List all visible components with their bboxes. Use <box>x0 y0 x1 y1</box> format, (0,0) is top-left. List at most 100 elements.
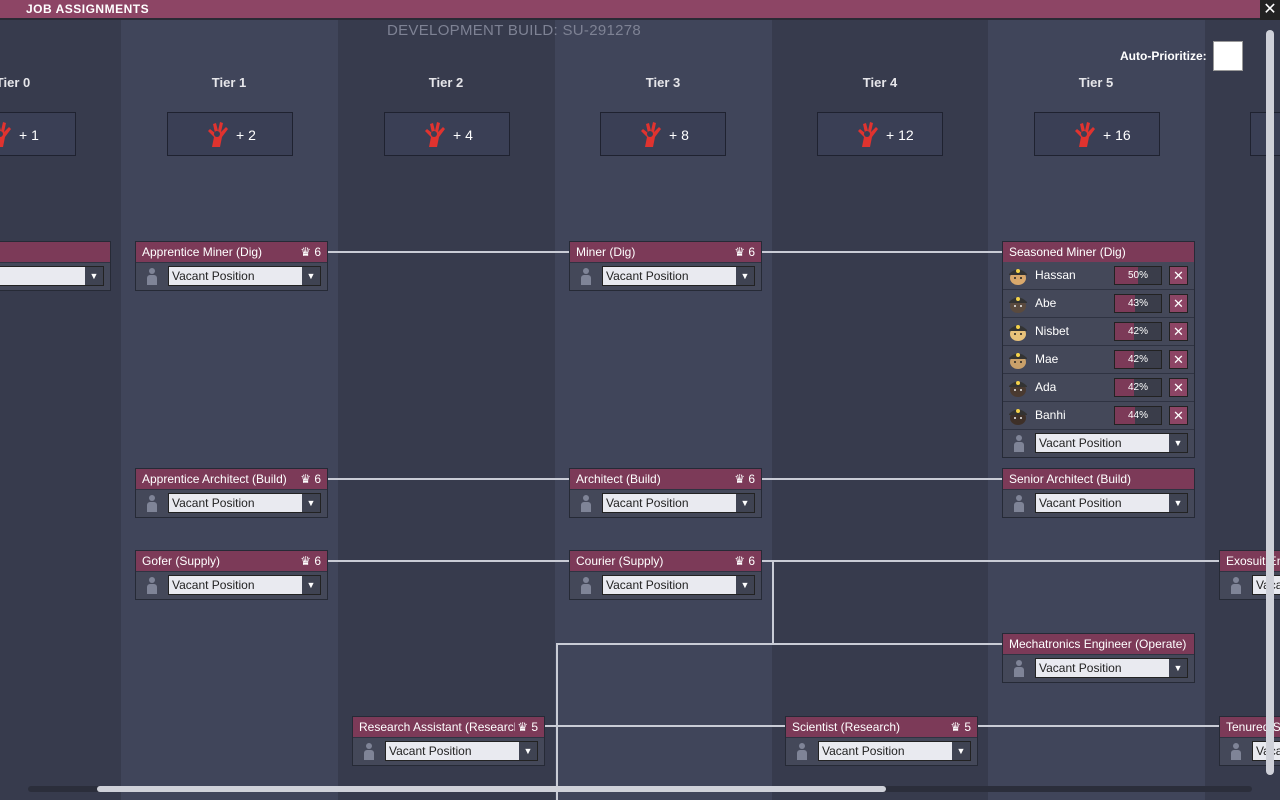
job-card-header: Mechatronics Engineer (Operate) <box>1003 634 1194 654</box>
hand-icon <box>425 122 445 147</box>
chevron-down-icon: ▼ <box>952 742 970 760</box>
job-title: Scientist (Research) <box>792 720 901 734</box>
worker-dropdown[interactable]: ▼ <box>0 266 104 286</box>
worker-dropdown[interactable]: Vacant Position ▼ <box>602 575 755 595</box>
remove-worker-button[interactable]: ✕ <box>1169 322 1188 341</box>
crown-icon: ♛ <box>734 245 745 259</box>
tier-label-3: Tier 3 <box>645 75 681 90</box>
connector-line <box>761 478 1003 480</box>
connector-line <box>761 560 1220 562</box>
job-card-header: Courier (Supply) ♛ 6 <box>570 551 761 571</box>
worker-dropdown[interactable]: Vacant Position ▼ <box>602 493 755 513</box>
vacant-slot: Vacant Position ▼ <box>1003 654 1194 682</box>
worker-row: Mae 42% ✕ <box>1003 345 1194 373</box>
auto-prioritize-checkbox[interactable] <box>1213 41 1243 71</box>
worker-row: Hassan 50% ✕ <box>1003 262 1194 289</box>
vacant-slot: Vacant Position ▼ <box>786 737 977 765</box>
hand-icon <box>641 122 661 147</box>
job-card-header: Seasoned Miner (Dig) <box>1003 242 1194 262</box>
job-tree-canvas[interactable]: DEVELOPMENT BUILD: SU-291278 Tier 0 Tier… <box>0 20 1280 800</box>
person-icon <box>144 268 160 286</box>
job-title: Apprentice Miner (Dig) <box>142 245 263 259</box>
chevron-down-icon: ▼ <box>736 267 754 285</box>
chevron-down-icon: ▼ <box>302 267 320 285</box>
crown-icon: ♛ <box>734 554 745 568</box>
worker-name: Mae <box>1035 352 1059 366</box>
job-count: ♛ 6 <box>300 472 321 486</box>
person-icon <box>1011 435 1027 453</box>
person-icon <box>578 268 594 286</box>
dupe-avatar-icon <box>1009 353 1027 369</box>
worker-dropdown[interactable]: Vacant Position ▼ <box>818 741 971 761</box>
job-count: ♛ 6 <box>734 554 755 568</box>
dropdown-value: Vacant Position <box>389 744 472 758</box>
vacant-slot: Vacant Position ▼ <box>353 737 544 765</box>
worker-dropdown[interactable]: Vacant Position ▼ <box>168 575 321 595</box>
tier-reward-6 <box>1250 112 1280 156</box>
hand-icon <box>858 122 878 147</box>
tier-reward-text-2: + 4 <box>453 127 473 143</box>
hand-icon <box>1075 122 1095 147</box>
job-title: Mechatronics Engineer (Operate) <box>1009 637 1187 651</box>
close-button[interactable]: ✕ <box>1260 0 1280 20</box>
vertical-scrollbar[interactable] <box>1266 30 1274 775</box>
worker-morale-bar: 44% <box>1114 406 1162 425</box>
job-card-scientist: Scientist (Research) ♛ 5 Vacant Position… <box>785 716 978 766</box>
job-title: Seasoned Miner (Dig) <box>1009 245 1126 259</box>
worker-dropdown[interactable]: Vacant Position ▼ <box>1035 493 1188 513</box>
job-card-header: Architect (Build) ♛ 6 <box>570 469 761 489</box>
worker-dropdown[interactable]: Vacant Position ▼ <box>168 493 321 513</box>
hand-icon <box>0 122 11 147</box>
remove-worker-button[interactable]: ✕ <box>1169 378 1188 397</box>
worker-dropdown[interactable]: Vacant Position ▼ <box>385 741 538 761</box>
job-card-header: Scientist (Research) ♛ 5 <box>786 717 977 737</box>
job-title: Architect (Build) <box>576 472 661 486</box>
horizontal-scrollbar-thumb[interactable] <box>97 786 886 792</box>
connector-line <box>328 478 570 480</box>
remove-worker-button[interactable]: ✕ <box>1169 350 1188 369</box>
job-title: Research Assistant (Research) <box>359 720 525 734</box>
job-card-header: Miner (Dig) ♛ 6 <box>570 242 761 262</box>
person-icon <box>1011 660 1027 678</box>
tier-label-4: Tier 4 <box>862 75 898 90</box>
worker-dropdown[interactable]: Vacant Position ▼ <box>1035 433 1188 453</box>
tier-reward-text-0: + 1 <box>19 127 39 143</box>
worker-row: Ada 42% ✕ <box>1003 373 1194 401</box>
remove-worker-button[interactable]: ✕ <box>1169 406 1188 425</box>
window-title: JOB ASSIGNMENTS <box>26 2 150 16</box>
vacant-slot: ▼ <box>0 262 110 290</box>
chevron-down-icon: ▼ <box>85 267 103 285</box>
tier-reward-3: + 8 <box>600 112 726 156</box>
tier-reward-4: + 12 <box>817 112 943 156</box>
worker-dropdown[interactable]: Vacant Position ▼ <box>602 266 755 286</box>
job-card-gofer: Gofer (Supply) ♛ 6 Vacant Position ▼ <box>135 550 328 600</box>
tier-reward-2: + 4 <box>384 112 510 156</box>
job-card-miner: Miner (Dig) ♛ 6 Vacant Position ▼ <box>569 241 762 291</box>
worker-row: Abe 43% ✕ <box>1003 289 1194 317</box>
worker-dropdown[interactable]: Vacant Position ▼ <box>1035 658 1188 678</box>
dropdown-value: Vacant Position <box>172 578 255 592</box>
job-count: ♛ 6 <box>300 245 321 259</box>
dropdown-value: Vacant Position <box>606 578 689 592</box>
dropdown-value: Vacant Position <box>606 269 689 283</box>
worker-dropdown[interactable]: Vacant Position ▼ <box>168 266 321 286</box>
connector-line <box>772 560 774 643</box>
worker-row: Banhi 44% ✕ <box>1003 401 1194 429</box>
vacant-slot: Vacant Position ▼ <box>1003 489 1194 517</box>
job-title: Courier (Supply) <box>576 554 664 568</box>
remove-worker-button[interactable]: ✕ <box>1169 294 1188 313</box>
dropdown-value: Vacant Position <box>172 269 255 283</box>
worker-name: Abe <box>1035 296 1057 310</box>
dropdown-value: Vacant Position <box>606 496 689 510</box>
person-icon <box>144 577 160 595</box>
chevron-down-icon: ▼ <box>519 742 537 760</box>
crown-icon: ♛ <box>734 472 745 486</box>
dropdown-value: Vacant Position <box>172 496 255 510</box>
dupe-avatar-icon <box>1009 409 1027 425</box>
remove-worker-button[interactable]: ✕ <box>1169 266 1188 285</box>
job-title: Apprentice Architect (Build) <box>142 472 287 486</box>
dropdown-value: Vacant Position <box>1039 436 1122 450</box>
vacant-slot: Vacant Position ▼ <box>136 262 327 290</box>
vacant-slot: Vacant Position ▼ <box>570 571 761 599</box>
job-title: Senior Architect (Build) <box>1009 472 1132 486</box>
